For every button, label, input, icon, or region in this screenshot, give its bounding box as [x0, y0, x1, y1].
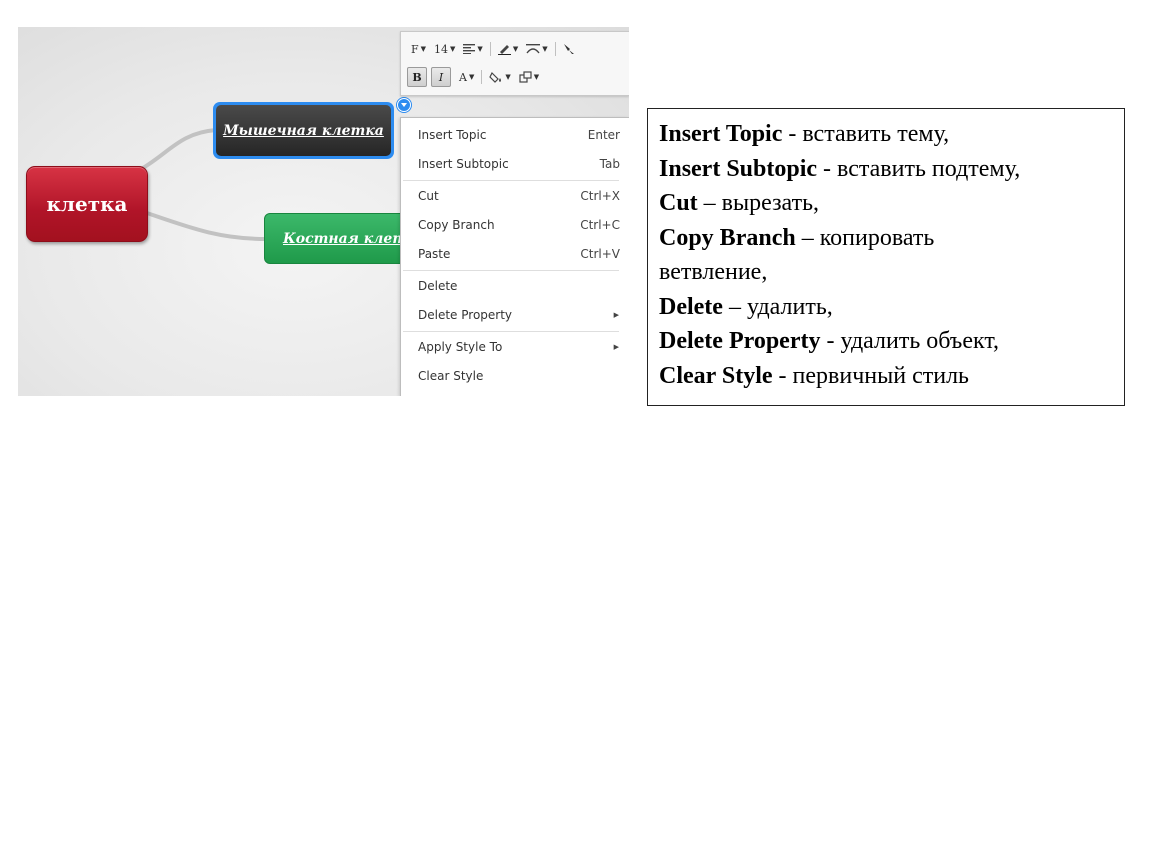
- format-toolbar: F ▼ 14 ▼ ▼ ▼ ▼ B I A ▼ ▼ ▼: [400, 31, 629, 96]
- menu-item-label: Clear Style: [418, 369, 484, 383]
- description-text: - вставить подтему,: [817, 155, 1021, 182]
- chevron-down-icon: ▼: [420, 45, 427, 53]
- subtopic-muscle-cell-label: Мышечная клетка: [216, 105, 391, 156]
- description-line: Clear Style - первичный стиль: [659, 359, 1113, 394]
- description-term: Cut: [659, 190, 698, 216]
- bold-button[interactable]: B: [407, 67, 427, 87]
- menu-item-shortcut: Ctrl+V: [580, 247, 620, 261]
- menu-item-clear-style[interactable]: Clear Style: [401, 363, 629, 389]
- font-label: F: [411, 42, 419, 56]
- menu-item-label: Cut: [418, 189, 439, 203]
- description-term: Insert Subtopic: [659, 155, 818, 182]
- menu-item-shortcut: Tab: [599, 157, 620, 171]
- fill-color-dropdown[interactable]: ▼: [485, 67, 514, 87]
- description-text: – удалить,: [722, 293, 833, 320]
- chevron-down-icon: ▼: [533, 73, 540, 81]
- chevron-down-icon: ▼: [512, 45, 519, 53]
- connector-muscle: [135, 128, 217, 174]
- description-term: Insert Topic: [659, 121, 783, 147]
- description-box: Insert Topic - вставить тему, Insert Sub…: [647, 108, 1125, 406]
- chevron-down-icon: ▼: [450, 45, 456, 53]
- line-shape-icon: [526, 44, 541, 54]
- toolbar-row-1: F ▼ 14 ▼ ▼ ▼ ▼: [407, 39, 579, 59]
- description-text: - вставить тему,: [782, 121, 950, 147]
- description-text: - удалить объект,: [820, 328, 999, 354]
- align-icon: [463, 44, 476, 54]
- description-text: – копировать: [795, 224, 935, 251]
- chevron-down-icon: ▼: [542, 45, 548, 53]
- menu-item-cut[interactable]: Cut Ctrl+X: [401, 183, 629, 209]
- description-term: Delete Property: [659, 328, 821, 354]
- menu-item-label: Delete: [418, 279, 458, 293]
- description-term: Delete: [659, 293, 723, 320]
- central-topic[interactable]: клетка: [26, 166, 148, 242]
- format-painter-button[interactable]: [559, 39, 579, 59]
- menu-item-label: Paste: [418, 247, 451, 261]
- description-text: - первичный стиль: [772, 362, 969, 389]
- align-dropdown[interactable]: ▼: [459, 39, 486, 59]
- description-line: ветвление,: [659, 255, 1113, 290]
- font-dropdown[interactable]: F ▼: [407, 39, 430, 59]
- font-size-label: 14: [434, 42, 449, 56]
- toolbar-row-2: B I A ▼ ▼ ▼: [407, 67, 543, 87]
- toolbar-divider: [481, 70, 483, 84]
- description-line: Delete Property - удалить объект,: [659, 324, 1113, 359]
- description-line: Copy Branch – копировать: [659, 221, 1113, 256]
- description-line: Delete – удалить,: [659, 290, 1113, 325]
- menu-item-label: Copy Branch: [418, 218, 495, 232]
- line-shape-dropdown[interactable]: ▼: [522, 39, 551, 59]
- context-menu: Insert Topic Enter Insert Subtopic Tab C…: [400, 117, 629, 396]
- menu-item-label: Insert Topic: [418, 128, 487, 142]
- menu-item-delete[interactable]: Delete: [401, 273, 629, 299]
- chevron-down-icon: ▼: [505, 73, 511, 81]
- menu-item-shortcut: Ctrl+C: [580, 218, 620, 232]
- menu-item-label: Delete Property: [418, 308, 513, 322]
- toolbar-divider: [489, 42, 491, 56]
- menu-item-shortcut: Enter: [587, 128, 620, 142]
- shape-dropdown[interactable]: ▼: [515, 67, 543, 87]
- description-line: Cut – вырезать,: [659, 186, 1113, 221]
- submenu-arrow-icon: ▶: [613, 311, 619, 319]
- menu-item-label: Apply Style To: [418, 340, 503, 354]
- menu-separator: [403, 270, 619, 271]
- collapse-handle-icon[interactable]: [397, 98, 411, 112]
- chevron-down-icon: ▼: [468, 73, 475, 81]
- toolbar-divider: [554, 42, 556, 56]
- font-size-dropdown[interactable]: 14 ▼: [430, 39, 459, 59]
- italic-label: I: [438, 70, 444, 84]
- menu-item-copy-branch[interactable]: Copy Branch Ctrl+C: [401, 212, 629, 238]
- pencil-icon: [497, 45, 511, 55]
- shape-icon: [519, 71, 532, 83]
- menu-item-shortcut: Ctrl+X: [580, 189, 620, 203]
- description-term: Clear Style: [659, 362, 773, 389]
- description-line: Insert Subtopic - вставить подтему,: [659, 152, 1113, 187]
- line-color-dropdown[interactable]: ▼: [494, 39, 522, 59]
- menu-separator: [403, 180, 619, 181]
- menu-item-paste[interactable]: Paste Ctrl+V: [401, 241, 629, 267]
- menu-item-apply-style-to[interactable]: Apply Style To ▶: [401, 334, 629, 360]
- subtopic-muscle-cell[interactable]: Мышечная клетка: [213, 102, 394, 159]
- description-text: – вырезать,: [697, 190, 820, 216]
- font-color-dropdown[interactable]: A ▼: [455, 67, 478, 87]
- paint-bucket-icon: [489, 71, 502, 83]
- submenu-arrow-icon: ▶: [613, 343, 619, 351]
- central-topic-label: клетка: [46, 192, 128, 216]
- format-painter-icon: [563, 44, 574, 54]
- italic-button[interactable]: I: [431, 67, 451, 87]
- chevron-down-icon: ▼: [477, 45, 483, 53]
- description-term: Copy Branch: [659, 224, 796, 251]
- menu-item-insert-topic[interactable]: Insert Topic Enter: [401, 122, 629, 148]
- connector-bone: [143, 210, 267, 241]
- menu-item-label: Insert Subtopic: [418, 157, 509, 171]
- menu-item-delete-property[interactable]: Delete Property ▶: [401, 302, 629, 328]
- mindmap-screenshot: клетка Мышечная клетка Костная клетка F ▼…: [18, 27, 629, 396]
- menu-separator: [403, 331, 619, 332]
- description-text: ветвление,: [659, 259, 768, 285]
- description-line: Insert Topic - вставить тему,: [659, 117, 1113, 152]
- menu-item-insert-subtopic[interactable]: Insert Subtopic Tab: [401, 151, 629, 177]
- font-color-label: A: [459, 70, 467, 84]
